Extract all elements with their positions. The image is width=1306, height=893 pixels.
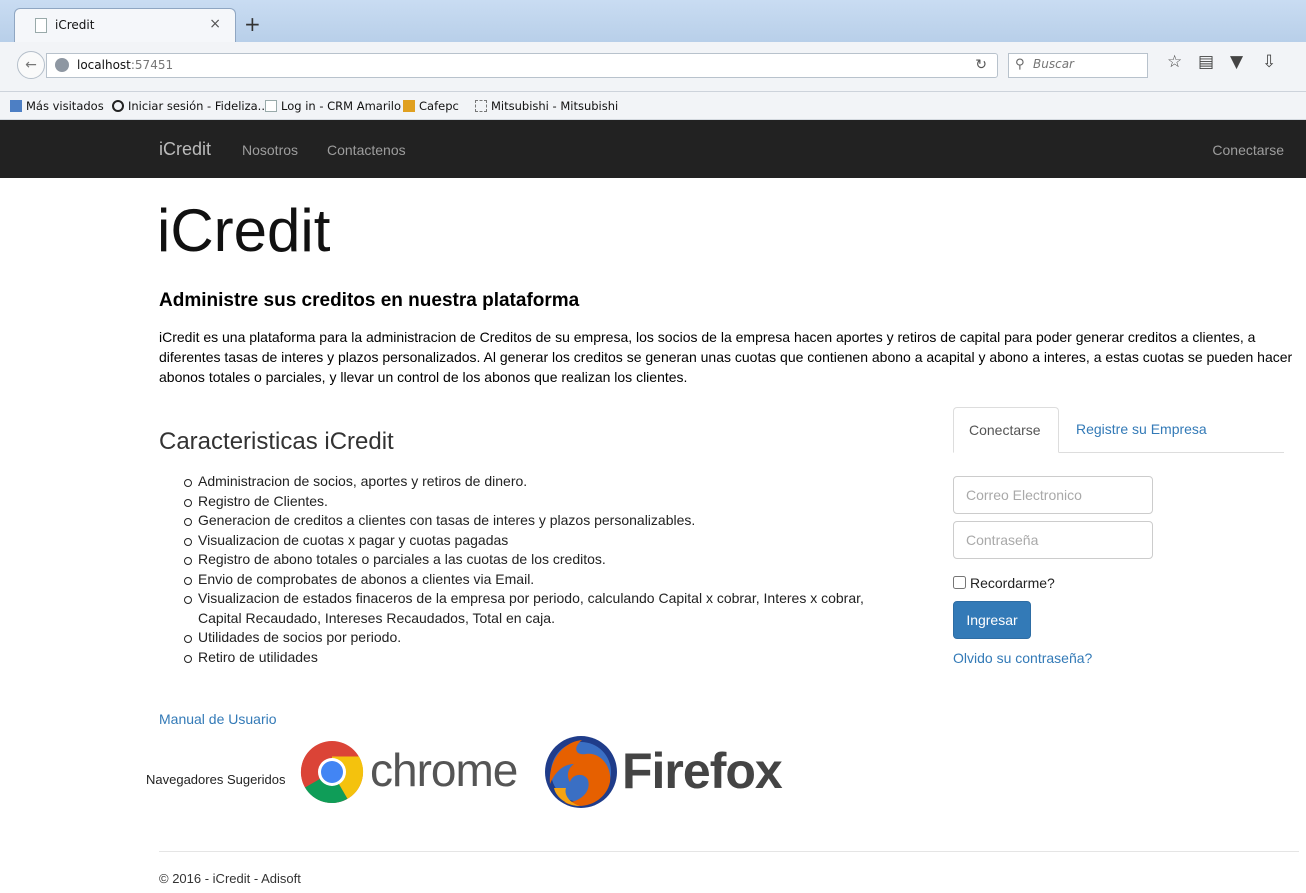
feature-item: Utilidades de socios por periodo. xyxy=(184,628,904,648)
footer-copyright: © 2016 - iCredit - Adisoft xyxy=(159,871,301,886)
download-arrow-icon[interactable]: ⇩ xyxy=(1262,52,1276,72)
password-field[interactable] xyxy=(953,521,1153,559)
intro-paragraph: iCredit es una plataforma para la admini… xyxy=(159,329,1293,385)
feature-item: Visualizacion de cuotas x pagar y cuotas… xyxy=(184,531,904,551)
forgot-password-link[interactable]: Olvido su contraseña? xyxy=(953,650,1092,666)
email-field[interactable] xyxy=(953,476,1153,514)
suggested-browsers-label: Navegadores Sugeridos xyxy=(146,772,286,787)
page-icon xyxy=(475,100,487,112)
feature-item: Generacion de creditos a clientes con ta… xyxy=(184,511,904,531)
features-list: Administracion de socios, aportes y reti… xyxy=(184,472,904,667)
browser-search-box[interactable]: ⚲ xyxy=(1008,53,1148,78)
reload-icon[interactable]: ↻ xyxy=(975,57,987,73)
bookmark-star-icon[interactable]: ☆ xyxy=(1167,52,1182,72)
nav-login-link[interactable]: Conectarse xyxy=(1212,142,1284,158)
most-visited-icon xyxy=(10,100,22,112)
feature-item: Retiro de utilidades xyxy=(184,648,904,668)
back-arrow-icon[interactable]: ← xyxy=(17,51,45,79)
url-host: localhost xyxy=(77,58,131,72)
feature-item: Registro de abono totales o parciales a … xyxy=(184,550,904,570)
browser-toolbar: ← localhost:57451 ↻ ⚲ ☆ ▤ ▼ ⇩ xyxy=(0,42,1306,92)
feature-item: Visualizacion de estados finaceros de la… xyxy=(184,589,904,628)
login-tabs: Conectarse Registre su Empresa xyxy=(953,407,1284,453)
chrome-wordmark: chrome xyxy=(370,744,518,796)
nav-link-contactenos[interactable]: Contactenos xyxy=(327,142,406,158)
nav-link-nosotros[interactable]: Nosotros xyxy=(242,142,298,158)
tab-registre-empresa[interactable]: Registre su Empresa xyxy=(1061,407,1222,453)
bookmark-item[interactable]: Mitsubishi - Mitsubishi xyxy=(475,99,618,113)
remember-me-row[interactable]: Recordarme? xyxy=(953,575,1055,591)
features-heading: Caracteristicas iCredit xyxy=(159,428,394,455)
footer-divider xyxy=(159,851,1299,852)
feature-item: Administracion de socios, aportes y reti… xyxy=(184,472,904,492)
brand-link[interactable]: iCredit xyxy=(159,139,211,160)
login-submit-button[interactable]: Ingresar xyxy=(953,601,1031,639)
cafepc-logo-icon xyxy=(403,100,415,112)
page-title: iCredit xyxy=(157,197,331,264)
pocket-icon[interactable]: ▼ xyxy=(1230,52,1243,72)
bookmark-item[interactable]: Iniciar sesión - Fideliza... xyxy=(112,99,269,113)
page-favicon-icon xyxy=(35,18,47,33)
address-bar[interactable]: localhost:57451 ↻ xyxy=(46,53,998,78)
remember-me-checkbox[interactable] xyxy=(953,576,966,589)
site-info-icon[interactable] xyxy=(55,58,69,72)
chrome-logo-icon xyxy=(300,741,364,804)
feature-item: Envio de comprobates de abonos a cliente… xyxy=(184,570,904,590)
page-subtitle: Administre sus creditos en nuestra plata… xyxy=(159,290,580,311)
bookmark-item[interactable]: Más visitados xyxy=(10,99,104,113)
user-manual-link[interactable]: Manual de Usuario xyxy=(159,711,277,727)
page-icon xyxy=(265,100,277,112)
browser-search-input[interactable] xyxy=(1033,57,1143,71)
browser-tab[interactable]: iCredit × xyxy=(14,8,236,42)
tab-conectarse[interactable]: Conectarse xyxy=(953,407,1059,453)
search-icon: ⚲ xyxy=(1015,57,1025,72)
edge-logo-icon xyxy=(112,100,124,112)
close-tab-icon[interactable]: × xyxy=(209,16,221,32)
bookmarks-toolbar: Más visitados Iniciar sesión - Fideliza.… xyxy=(0,92,1306,120)
address-url[interactable]: localhost:57451 xyxy=(77,58,173,72)
new-tab-button[interactable]: + xyxy=(244,12,261,36)
browser-tab-strip: iCredit × + xyxy=(0,0,1306,42)
reading-list-icon[interactable]: ▤ xyxy=(1198,52,1214,72)
feature-item: Registro de Clientes. xyxy=(184,492,904,512)
firefox-logo-icon xyxy=(545,736,617,808)
firefox-wordmark: Firefox xyxy=(622,743,783,799)
bookmark-item[interactable]: Log in - CRM Amarilo xyxy=(265,99,401,113)
remember-me-label: Recordarme? xyxy=(970,575,1055,591)
trademark-icon: • xyxy=(760,762,763,771)
browser-tab-title: iCredit xyxy=(55,18,95,32)
bookmark-item[interactable]: Cafepc xyxy=(403,99,459,113)
site-navbar: iCredit Nosotros Contactenos Conectarse xyxy=(0,120,1306,178)
url-port: :57451 xyxy=(130,58,174,72)
